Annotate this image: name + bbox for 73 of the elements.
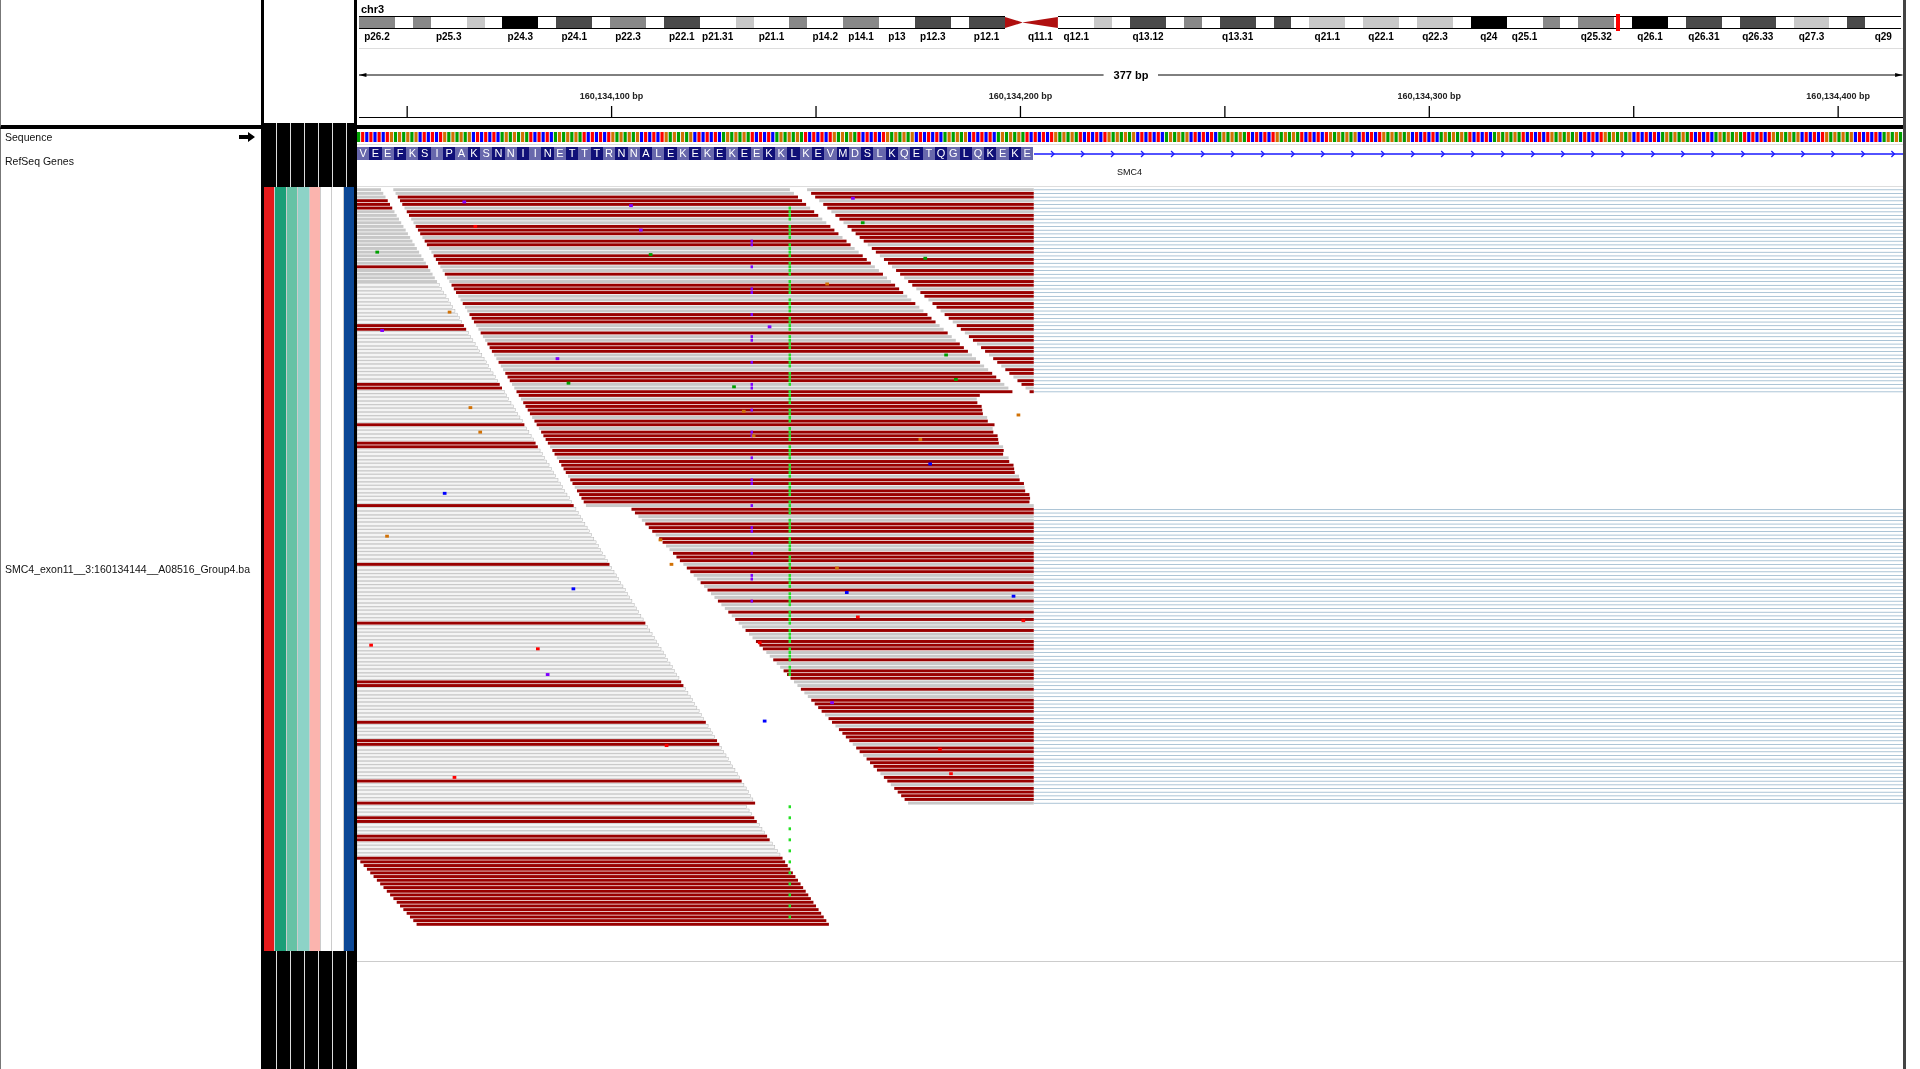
band-label: q26.33 <box>1742 31 1774 42</box>
span-label: 377 bp <box>1112 69 1150 81</box>
amino-acid: V <box>824 147 837 160</box>
amino-acid: K <box>775 147 788 160</box>
band-label: q26.1 <box>1637 31 1663 42</box>
band-label: q24 <box>1480 31 1498 42</box>
band-label: p22.3 <box>615 31 641 42</box>
gene-label[interactable]: SMC4 <box>1117 167 1142 177</box>
amino-acid: I <box>529 147 542 160</box>
band-label: p13 <box>888 31 906 42</box>
tick-label: 160,134,100 bp <box>579 91 644 101</box>
track-name[interactable]: RefSeq Genes <box>5 155 74 167</box>
amino-acid: E <box>1021 147 1034 160</box>
band-label: p24.1 <box>561 31 587 42</box>
track-name[interactable]: Sequence <box>5 131 53 143</box>
amino-acid: A <box>455 147 468 160</box>
band-label: p26.2 <box>364 31 390 42</box>
band-label: q29 <box>1874 31 1892 42</box>
band-label: p25.3 <box>435 31 462 42</box>
band-label: p21.31 <box>702 31 734 42</box>
amino-acid: E <box>738 147 751 160</box>
tick-label: 160,134,400 bp <box>1806 91 1870 101</box>
amino-acid: L <box>652 147 665 160</box>
band-label: q22.1 <box>1368 31 1394 42</box>
amino-acid: N <box>541 147 554 160</box>
band-label: p14.2 <box>812 31 839 42</box>
band-label: q27.3 <box>1798 31 1825 42</box>
tick-label: 160,134,300 bp <box>1397 91 1462 101</box>
band-label: p24.3 <box>507 31 534 42</box>
attribute-swatch[interactable] <box>275 187 287 951</box>
band-label: q26.31 <box>1688 31 1720 42</box>
amino-acid: E <box>910 147 923 160</box>
amino-acid: V <box>357 147 370 160</box>
amino-acid: L <box>787 147 800 160</box>
chromosome-name[interactable]: chr3 <box>359 0 1903 16</box>
tick-label: 160,134,200 bp <box>988 91 1053 101</box>
amino-acid: E <box>369 147 382 160</box>
band-label: q22.3 <box>1422 31 1448 42</box>
amino-acid: E <box>689 147 702 160</box>
attribute-swatch[interactable] <box>343 187 354 951</box>
band-label: q13.12 <box>1132 31 1164 42</box>
attribute-swatch[interactable] <box>332 187 344 951</box>
band-label: p12.3 <box>920 31 946 42</box>
amino-acid: N <box>615 147 628 160</box>
amino-acid: T <box>578 147 591 160</box>
attribute-swatch[interactable] <box>264 187 276 951</box>
band-label: q13.31 <box>1222 31 1254 42</box>
amino-acid: G <box>947 147 960 160</box>
amino-acid: K <box>406 147 419 160</box>
band-label: p22.1 <box>669 31 695 42</box>
amino-acid: L <box>873 147 886 160</box>
amino-acid: K <box>701 147 714 160</box>
amino-acid: P <box>443 147 456 160</box>
band-label: p21.1 <box>758 31 785 42</box>
amino-acid: E <box>664 147 677 160</box>
amino-acid: K <box>984 147 997 160</box>
band-label: p12.1 <box>973 31 1000 42</box>
amino-acid: T <box>566 147 579 160</box>
band-label: q12.1 <box>1063 31 1090 42</box>
band-label: q11.1 <box>1027 31 1053 42</box>
track-name[interactable]: SMC4_exon11__3:160134144__A08516_Group4.ba <box>5 563 250 575</box>
amino-acid: Q <box>898 147 911 160</box>
amino-acid: S <box>861 147 874 160</box>
band-label: p14.1 <box>848 31 874 42</box>
amino-acid: S <box>418 147 431 160</box>
attribute-swatch[interactable] <box>309 187 321 951</box>
amino-acid: E <box>996 147 1009 160</box>
attribute-swatch[interactable] <box>298 187 310 951</box>
band-label: q21.1 <box>1314 31 1341 42</box>
strand-arrow-icon[interactable] <box>239 132 255 142</box>
band-label: q25.32 <box>1580 31 1612 42</box>
band-label: q25.1 <box>1511 31 1538 42</box>
amino-acid: N <box>492 147 505 160</box>
